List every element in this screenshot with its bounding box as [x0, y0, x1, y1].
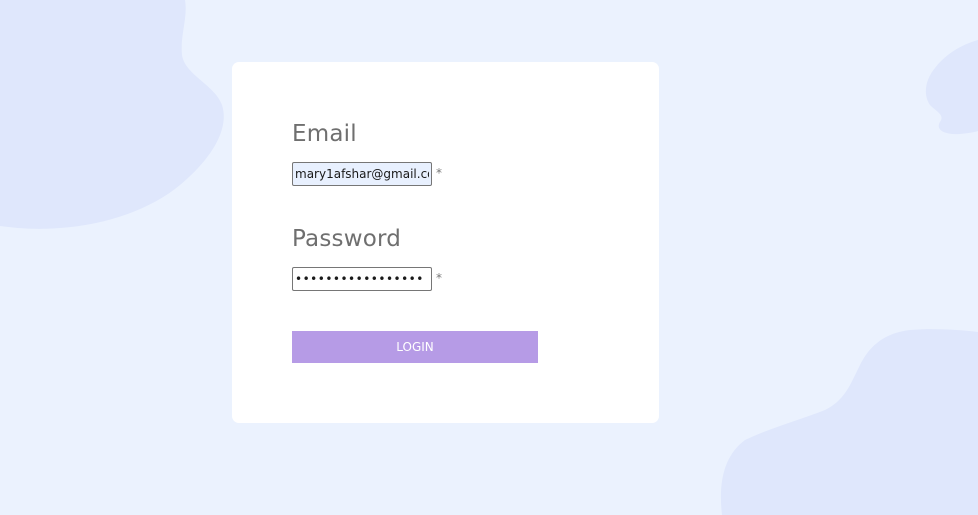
- bottom-right-blob: [720, 329, 978, 515]
- top-left-blob: [0, 0, 224, 229]
- top-right-blob: [925, 40, 978, 135]
- login-card: Email * Password * LOGIN: [232, 62, 659, 423]
- login-button[interactable]: LOGIN: [292, 331, 538, 363]
- password-field[interactable]: [292, 267, 432, 291]
- password-label: Password: [292, 226, 402, 252]
- login-page: Email * Password * LOGIN: [0, 0, 978, 515]
- password-required-marker: *: [436, 271, 442, 285]
- email-label: Email: [292, 121, 357, 147]
- email-field[interactable]: [292, 162, 432, 186]
- email-required-marker: *: [436, 166, 442, 180]
